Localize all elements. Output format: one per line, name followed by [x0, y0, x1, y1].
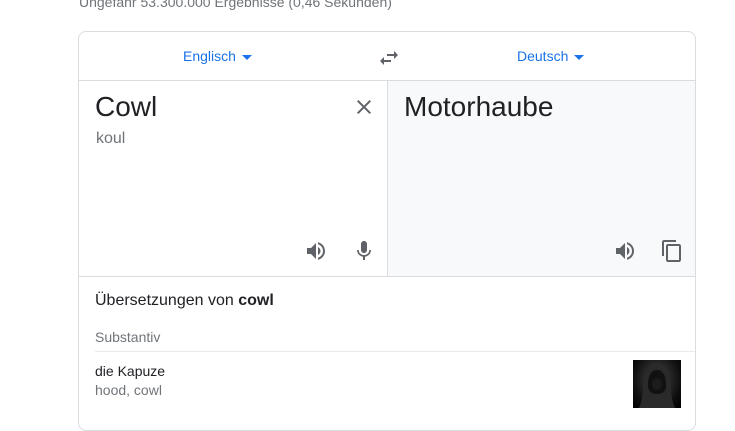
- target-language-select[interactable]: Deutsch: [517, 48, 585, 64]
- target-pane: Motorhaube: [388, 81, 695, 276]
- source-text[interactable]: Cowl: [95, 91, 157, 123]
- result-stats: Ungefähr 53.300.000 Ergebnisse (0,46 Sek…: [79, 0, 392, 10]
- translation-card: Englisch Deutsch Cowl koul Motorhaube Üb…: [78, 31, 696, 431]
- source-pane[interactable]: Cowl koul: [79, 81, 388, 276]
- dictionary-section: Übersetzungen von cowl Substantiv die Ka…: [79, 276, 695, 430]
- chevron-down-icon: [574, 54, 585, 60]
- copy-icon[interactable]: [660, 239, 684, 263]
- transliteration: koul: [96, 130, 126, 147]
- dictionary-title-prefix: Übersetzungen von: [95, 292, 234, 309]
- speaker-icon[interactable]: [613, 239, 637, 263]
- microphone-icon[interactable]: [352, 239, 376, 263]
- entry-word[interactable]: die Kapuze: [95, 363, 165, 379]
- source-language-label: Englisch: [183, 48, 236, 64]
- dictionary-title: Übersetzungen von cowl: [95, 292, 274, 310]
- divider: [95, 351, 695, 352]
- chevron-down-icon: [241, 54, 252, 60]
- close-icon[interactable]: [352, 95, 376, 119]
- speaker-icon[interactable]: [304, 239, 328, 263]
- part-of-speech: Substantiv: [95, 329, 161, 345]
- dictionary-title-word: cowl: [238, 292, 274, 309]
- source-language-select[interactable]: Englisch: [183, 48, 252, 64]
- hooded-figure-image[interactable]: [633, 360, 681, 408]
- target-language-label: Deutsch: [517, 48, 569, 64]
- entry-synonyms: hood, cowl: [95, 382, 162, 398]
- hooded-figure-icon: [639, 366, 675, 408]
- swap-arrows-icon[interactable]: [377, 46, 401, 70]
- translated-text: Motorhaube: [404, 91, 554, 122]
- language-bar: Englisch Deutsch: [79, 32, 695, 81]
